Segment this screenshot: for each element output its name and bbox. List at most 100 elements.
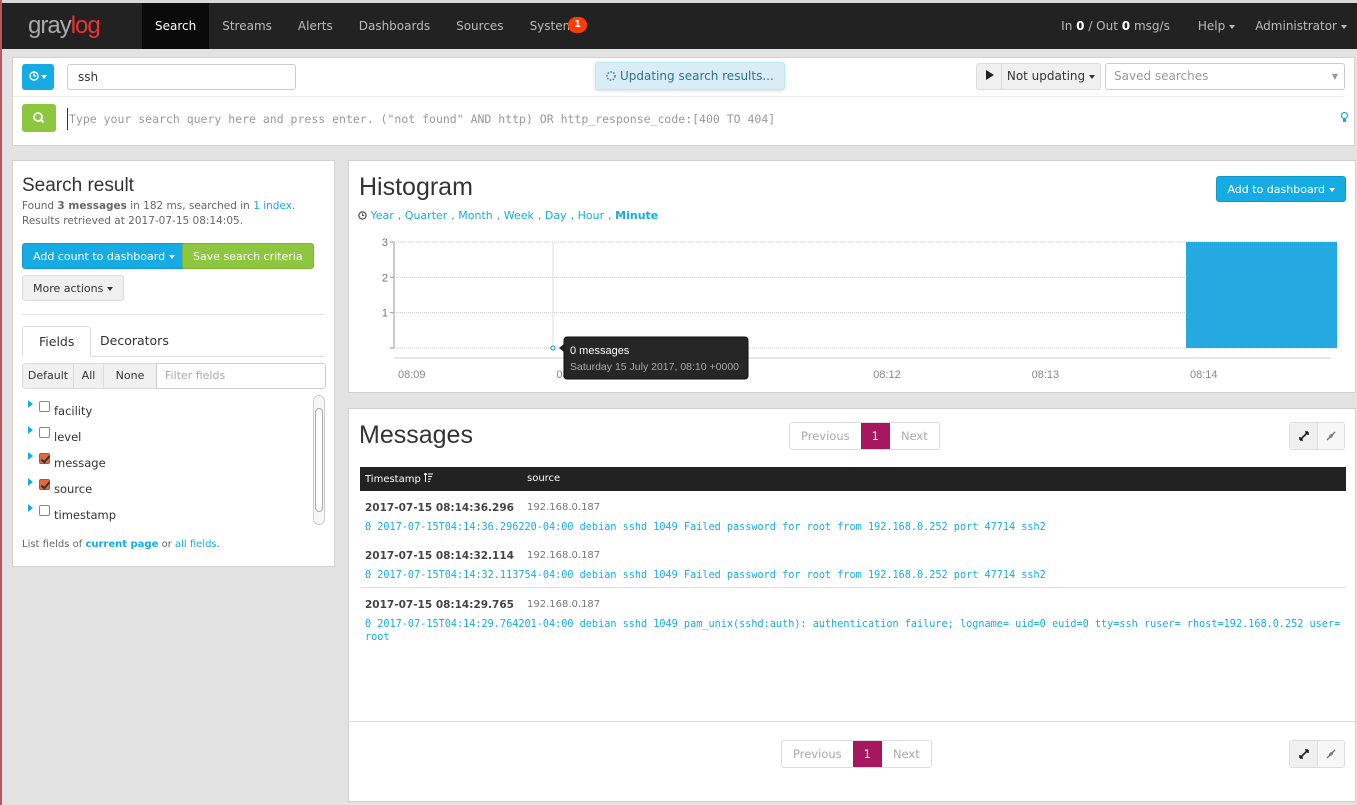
tooltip-date: Saturday 15 July 2017, 08:10 +0000 bbox=[570, 361, 739, 373]
tooltip-title: 0 messages bbox=[570, 345, 630, 357]
throughput-indicator: In 0 / Out 0 msg/s bbox=[1043, 3, 1188, 49]
expand-icon[interactable] bbox=[1290, 423, 1317, 449]
scrollbar-thumb[interactable] bbox=[315, 408, 323, 512]
field-checkbox[interactable] bbox=[39, 479, 50, 490]
more-actions-label: More actions bbox=[33, 282, 104, 295]
results-retrieved-at: Results retrieved at 2017-07-15 08:14:05… bbox=[22, 215, 244, 227]
current-page-link[interactable]: current page bbox=[85, 539, 158, 550]
x-tick-label: 08:14 bbox=[1190, 369, 1218, 381]
previous-page-button[interactable]: Previous bbox=[790, 423, 861, 449]
index-link[interactable]: 1 index bbox=[253, 200, 292, 212]
default-fields-button[interactable]: Default bbox=[22, 363, 74, 389]
field-item-message: message bbox=[22, 447, 312, 473]
field-checkbox[interactable] bbox=[39, 401, 50, 412]
message-source: 192.168.0.187 bbox=[527, 599, 601, 610]
tab-decorators[interactable]: Decorators bbox=[84, 326, 185, 357]
compress-icon[interactable] bbox=[1317, 741, 1344, 767]
field-checkbox[interactable] bbox=[39, 427, 50, 438]
add-to-dashboard-button[interactable]: Add to dashboard bbox=[1216, 176, 1346, 202]
page-1-button[interactable]: 1 bbox=[852, 741, 882, 767]
add-count-label: Add count to dashboard bbox=[33, 250, 166, 263]
field-checkbox[interactable] bbox=[39, 453, 50, 464]
caret-down-icon bbox=[1341, 24, 1347, 29]
save-search-criteria-button[interactable]: Save search criteria bbox=[182, 243, 314, 269]
message-timestamp: 2017-07-15 08:14:29.765 bbox=[365, 599, 514, 611]
refresh-play-button[interactable] bbox=[976, 63, 1002, 90]
caret-down-icon bbox=[41, 75, 47, 79]
help-menu[interactable]: Help bbox=[1188, 3, 1245, 49]
lightbulb-icon[interactable] bbox=[1340, 111, 1349, 126]
column-header-timestamp[interactable]: Timestamp bbox=[365, 472, 434, 485]
row-divider bbox=[360, 587, 1346, 588]
field-name: timestamp bbox=[54, 508, 117, 522]
search-submit-button[interactable] bbox=[22, 104, 56, 132]
expand-caret-icon[interactable] bbox=[28, 504, 33, 512]
clock-icon bbox=[358, 211, 367, 220]
expand-caret-icon[interactable] bbox=[28, 478, 33, 486]
updating-notice: Updating search results... bbox=[595, 62, 785, 90]
nav-sources[interactable]: Sources bbox=[443, 3, 516, 49]
page-1-button[interactable]: 1 bbox=[860, 423, 890, 449]
tab-fields[interactable]: Fields bbox=[22, 326, 92, 357]
user-menu[interactable]: Administrator bbox=[1245, 3, 1357, 49]
nav-search[interactable]: Search bbox=[142, 3, 210, 49]
refresh-interval-dropdown[interactable]: Not updating bbox=[1001, 63, 1101, 90]
previous-page-button[interactable]: Previous bbox=[782, 741, 853, 767]
add-count-to-dashboard-button[interactable]: Add count to dashboard bbox=[22, 243, 187, 269]
found-prefix: Found bbox=[22, 200, 55, 212]
column-header-source[interactable]: source bbox=[527, 473, 560, 484]
graylog-logo[interactable]: graylog bbox=[28, 12, 101, 40]
throughput-in-value: 0 bbox=[1076, 19, 1085, 33]
message-body: 0 2017-07-15T04:14:32.113754-04:00 debia… bbox=[365, 570, 1046, 581]
throughput-unit: msg/s bbox=[1133, 19, 1170, 33]
relative-range-input[interactable]: ssh bbox=[67, 64, 296, 90]
next-page-button[interactable]: Next bbox=[882, 741, 931, 767]
all-fields-link[interactable]: all fields bbox=[175, 539, 217, 550]
notification-badge[interactable]: 1 bbox=[568, 17, 587, 33]
pagination-bottom: Previous 1 Next bbox=[781, 740, 932, 768]
search-query-input[interactable]: Type your search query here and press en… bbox=[67, 108, 1317, 130]
histogram-title: Histogram bbox=[359, 173, 473, 201]
nav-streams[interactable]: Streams bbox=[209, 3, 285, 49]
messages-panel: Messages Previous 1 Next Timestamp sourc… bbox=[348, 408, 1356, 802]
expand-caret-icon[interactable] bbox=[28, 452, 33, 460]
message-body: 0 2017-07-15T04:14:36.296220-04:00 debia… bbox=[365, 522, 1046, 533]
all-fields-button[interactable]: All bbox=[73, 363, 104, 389]
field-name: level bbox=[54, 430, 82, 444]
user-label: Administrator bbox=[1255, 19, 1337, 33]
next-page-button[interactable]: Next bbox=[890, 423, 939, 449]
compress-icon[interactable] bbox=[1317, 423, 1344, 449]
more-actions-button[interactable]: More actions bbox=[22, 275, 125, 301]
nav-right: In 0 / Out 0 msg/s Help Administrator bbox=[1043, 3, 1357, 49]
dropdown-arrow-icon: ▼ bbox=[1331, 72, 1338, 81]
field-checkbox[interactable] bbox=[39, 505, 50, 516]
footer-or: or bbox=[161, 539, 172, 550]
expand-caret-icon[interactable] bbox=[28, 426, 33, 434]
caret-down-icon bbox=[1329, 188, 1335, 192]
no-fields-button[interactable]: None bbox=[103, 363, 157, 389]
updating-text: Updating search results... bbox=[620, 69, 774, 83]
search-icon bbox=[33, 112, 45, 124]
field-list: facility level message source timestamp bbox=[22, 395, 312, 525]
expand-caret-icon[interactable] bbox=[28, 400, 33, 408]
field-name: message bbox=[54, 456, 106, 470]
time-range-selector[interactable] bbox=[22, 64, 54, 90]
saved-searches-select[interactable]: Saved searches ▼ bbox=[1105, 63, 1345, 90]
spinner-icon bbox=[606, 71, 616, 81]
timestamp-header-label: Timestamp bbox=[365, 474, 421, 485]
expand-icon[interactable] bbox=[1290, 741, 1317, 767]
caret-down-icon bbox=[1229, 24, 1236, 29]
clock-icon bbox=[29, 71, 39, 81]
nav-dashboards[interactable]: Dashboards bbox=[346, 3, 443, 49]
nav-alerts[interactable]: Alerts bbox=[285, 3, 346, 49]
message-timestamp: 2017-07-15 08:14:36.296 bbox=[365, 502, 514, 514]
throughput-out-label: / Out bbox=[1088, 19, 1118, 33]
divider bbox=[349, 721, 1355, 722]
field-name: source bbox=[54, 482, 93, 496]
field-list-scrollbar[interactable] bbox=[313, 395, 325, 525]
histogram-chart: 12308:0908:1008:1108:1208:1308:140 messa… bbox=[382, 237, 1337, 381]
help-label: Help bbox=[1197, 19, 1226, 33]
nav-menu: Search Streams Alerts Dashboards Sources… bbox=[142, 3, 597, 49]
filter-fields-input[interactable]: Filter fields bbox=[156, 363, 326, 389]
search-result-title: Search result bbox=[22, 175, 134, 196]
